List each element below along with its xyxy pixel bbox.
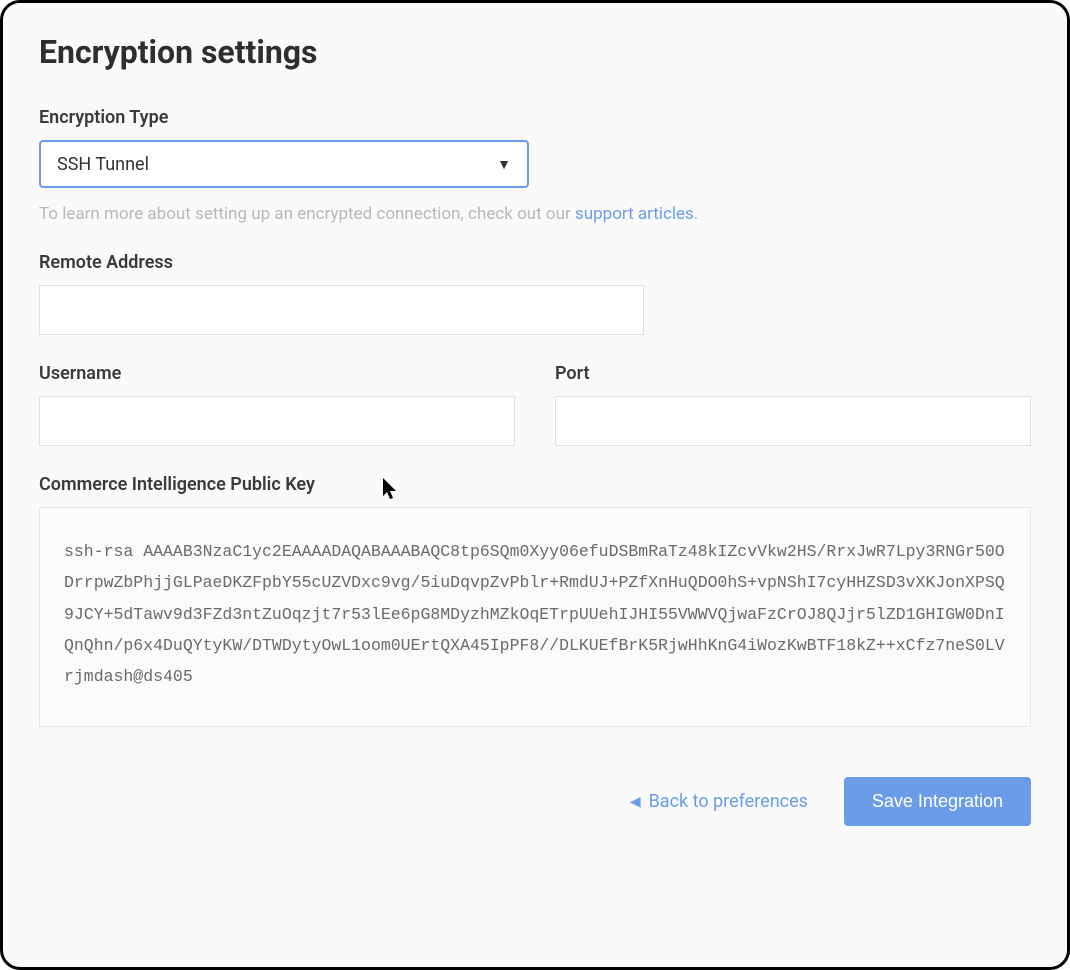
- help-text-prefix: To learn more about setting up an encryp…: [39, 204, 575, 224]
- back-to-preferences-link[interactable]: ◀ Back to preferences: [630, 791, 808, 812]
- encryption-type-label: Encryption Type: [39, 107, 1031, 128]
- encryption-type-value: SSH Tunnel: [57, 154, 149, 175]
- triangle-left-icon: ◀: [630, 794, 641, 810]
- help-text: To learn more about setting up an encryp…: [39, 204, 1031, 224]
- remote-address-input[interactable]: [39, 285, 644, 335]
- support-articles-link[interactable]: support articles: [575, 204, 694, 224]
- username-input[interactable]: [39, 396, 515, 446]
- save-integration-button[interactable]: Save Integration: [844, 777, 1031, 826]
- back-link-label: Back to preferences: [649, 791, 808, 812]
- public-key-value: ssh-rsa AAAAB3NzaC1yc2EAAAADAQABAAABAQC8…: [39, 507, 1031, 727]
- port-label: Port: [555, 363, 1031, 384]
- remote-address-label: Remote Address: [39, 252, 1031, 273]
- username-label: Username: [39, 363, 515, 384]
- encryption-type-select[interactable]: SSH Tunnel ▼: [39, 140, 529, 188]
- page-title: Encryption settings: [39, 33, 1031, 71]
- port-input[interactable]: [555, 396, 1031, 446]
- help-text-suffix: .: [694, 204, 698, 224]
- public-key-label: Commerce Intelligence Public Key: [39, 474, 1031, 495]
- chevron-down-icon: ▼: [497, 156, 511, 173]
